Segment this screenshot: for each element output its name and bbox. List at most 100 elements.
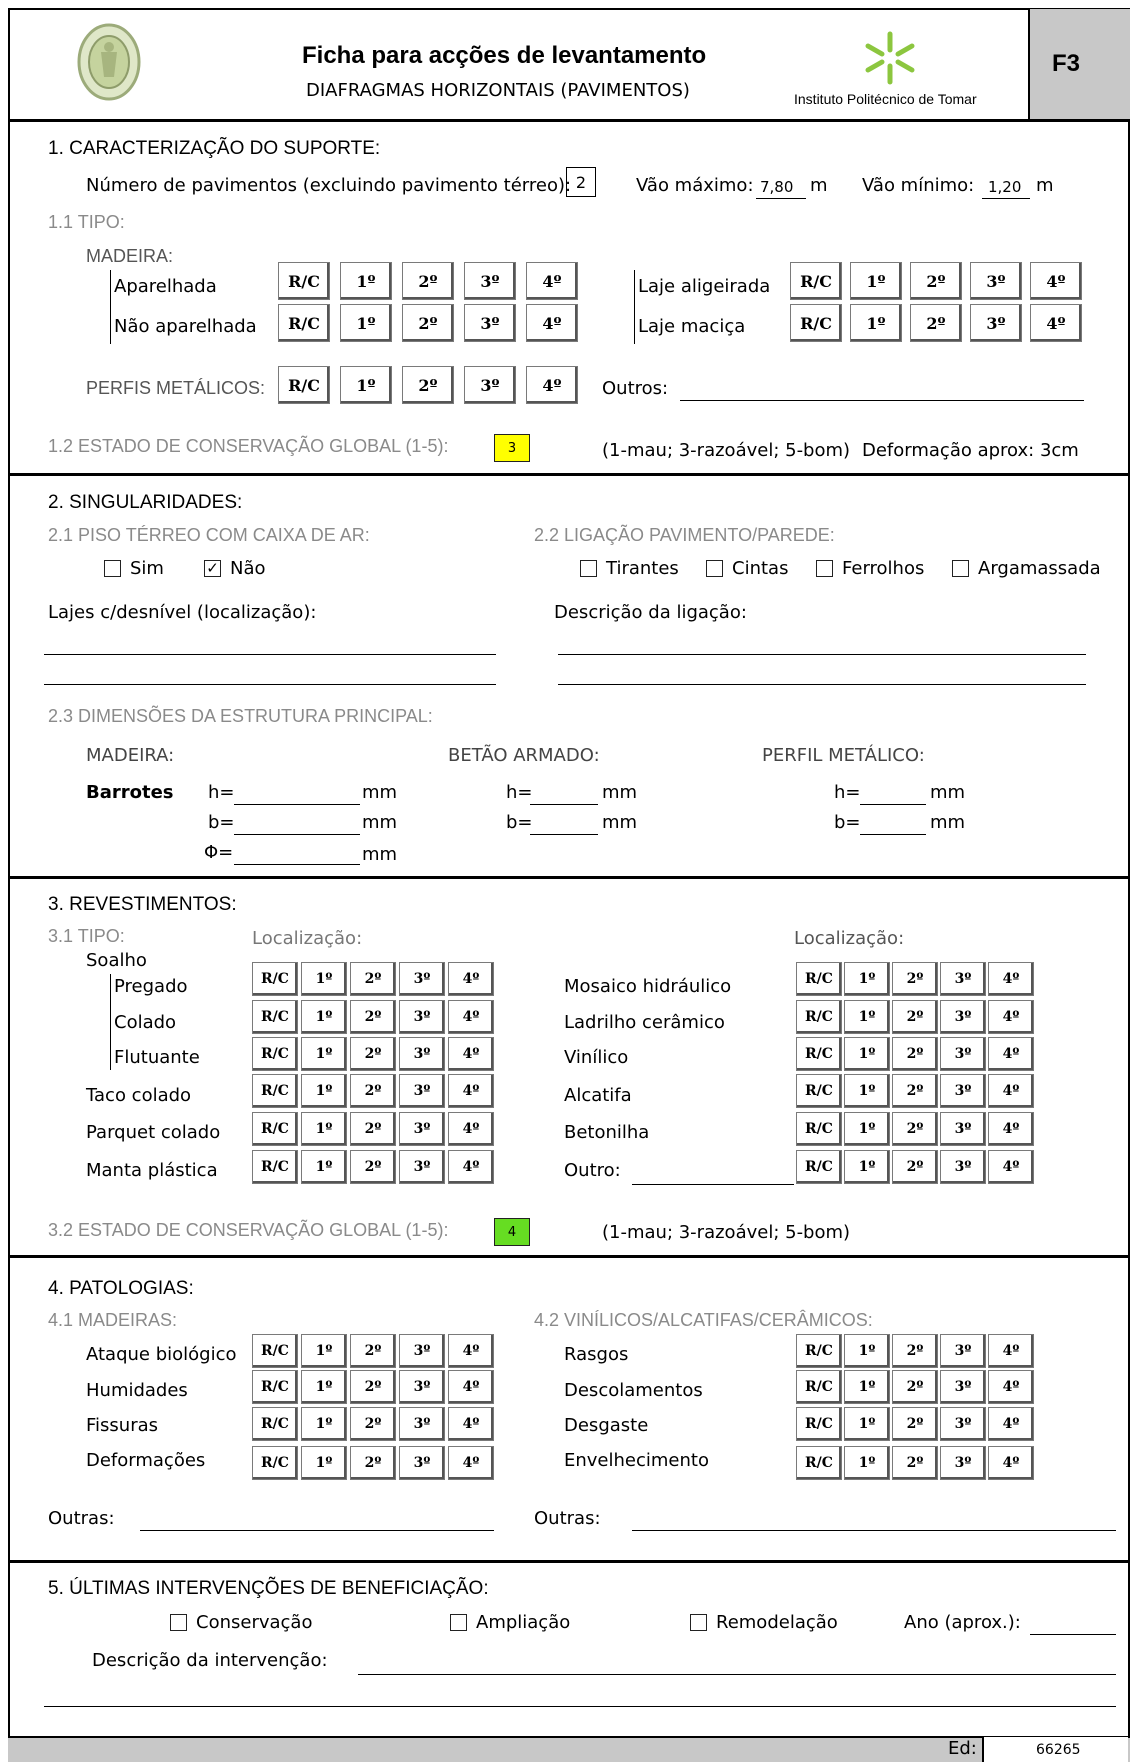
laje-aligeirada-floor-3-button[interactable]: 3º [970,262,1022,300]
rev-left-3-floor-3-button[interactable]: 3º [399,1074,445,1108]
rev-right-1-floor-4-button[interactable]: 4º [988,1000,1034,1034]
aparelhada-floor-2-button[interactable]: 2º [402,262,454,300]
madeira-b-field[interactable] [234,834,360,835]
nao-aparelhada-floor-2-button[interactable]: 2º [402,304,454,342]
rev-right-3-floor-4-button[interactable]: 4º [988,1074,1034,1108]
rev-right-3-floor-3-button[interactable]: 3º [940,1074,986,1108]
rev-left-2-floor-1-button[interactable]: 1º [301,1037,347,1071]
ferrolhos-checkbox[interactable] [816,560,833,577]
rev-right-4-floor-4-button[interactable]: 4º [988,1112,1034,1146]
pat-left-3-floor-3-button[interactable]: 3º [399,1446,445,1480]
rev-left-0-floor-0-button[interactable]: R/C [252,962,298,996]
rev-right-0-floor-0-button[interactable]: R/C [796,962,842,996]
outros-field[interactable] [680,400,1084,401]
rev-left-3-floor-4-button[interactable]: 4º [448,1074,494,1108]
rev-left-0-floor-2-button[interactable]: 2º [350,962,396,996]
pat-right-0-floor-3-button[interactable]: 3º [940,1334,986,1368]
tirantes-checkbox[interactable] [580,560,597,577]
ampliacao-checkbox[interactable] [450,1614,467,1631]
cintas-checkbox[interactable] [706,560,723,577]
perfis-floor-3-button[interactable]: 3º [464,366,516,404]
betao-h-field[interactable] [530,804,598,805]
pat-right-1-floor-2-button[interactable]: 2º [892,1370,938,1404]
rev-right-0-floor-3-button[interactable]: 3º [940,962,986,996]
laje-macica-floor-3-button[interactable]: 3º [970,304,1022,342]
pat-right-2-floor-2-button[interactable]: 2º [892,1407,938,1441]
vao-max-field[interactable]: 7,80 [760,178,793,196]
rev-left-3-floor-0-button[interactable]: R/C [252,1074,298,1108]
descricao-field[interactable] [44,1706,1116,1707]
nao-aparelhada-floor-4-button[interactable]: 4º [526,304,578,342]
pat-left-1-floor-2-button[interactable]: 2º [350,1370,396,1404]
rev-left-2-floor-2-button[interactable]: 2º [350,1037,396,1071]
rev-right-5-floor-4-button[interactable]: 4º [988,1150,1034,1184]
rev-right-5-floor-1-button[interactable]: 1º [844,1150,890,1184]
rev-left-0-floor-3-button[interactable]: 3º [399,962,445,996]
pat-left-3-floor-2-button[interactable]: 2º [350,1446,396,1480]
madeira-phi-field[interactable] [234,864,360,865]
outras-field[interactable] [140,1530,494,1531]
pat-left-1-floor-1-button[interactable]: 1º [301,1370,347,1404]
rev-right-1-floor-2-button[interactable]: 2º [892,1000,938,1034]
pat-right-2-floor-4-button[interactable]: 4º [988,1407,1034,1441]
pat-right-1-floor-3-button[interactable]: 3º [940,1370,986,1404]
laje-macica-floor-0-button[interactable]: R/C [790,304,842,342]
score-1-field[interactable]: 3 [494,434,530,462]
rev-right-1-floor-3-button[interactable]: 3º [940,1000,986,1034]
nao-aparelhada-floor-0-button[interactable]: R/C [278,304,330,342]
rev-left-2-floor-4-button[interactable]: 4º [448,1037,494,1071]
rev-left-5-floor-4-button[interactable]: 4º [448,1150,494,1184]
lajes-field[interactable] [44,684,496,685]
rev-right-5-floor-3-button[interactable]: 3º [940,1150,986,1184]
pat-left-2-floor-1-button[interactable]: 1º [301,1407,347,1441]
rev-right-4-floor-2-button[interactable]: 2º [892,1112,938,1146]
rev-left-1-floor-0-button[interactable]: R/C [252,1000,298,1034]
pat-left-1-floor-0-button[interactable]: R/C [252,1370,298,1404]
rev-right-2-floor-2-button[interactable]: 2º [892,1037,938,1071]
rev-right-4-floor-3-button[interactable]: 3º [940,1112,986,1146]
rev-right-4-floor-1-button[interactable]: 1º [844,1112,890,1146]
pat-right-3-floor-1-button[interactable]: 1º [844,1446,890,1480]
laje-macica-floor-1-button[interactable]: 1º [850,304,902,342]
pat-right-2-floor-3-button[interactable]: 3º [940,1407,986,1441]
pat-right-3-floor-4-button[interactable]: 4º [988,1446,1034,1480]
rev-right-0-floor-1-button[interactable]: 1º [844,962,890,996]
pat-left-2-floor-0-button[interactable]: R/C [252,1407,298,1441]
pat-left-3-floor-1-button[interactable]: 1º [301,1446,347,1480]
rev-right-0-floor-4-button[interactable]: 4º [988,962,1034,996]
pat-left-3-floor-4-button[interactable]: 4º [448,1446,494,1480]
rev-right-4-floor-0-button[interactable]: R/C [796,1112,842,1146]
pat-right-2-floor-1-button[interactable]: 1º [844,1407,890,1441]
laje-aligeirada-floor-2-button[interactable]: 2º [910,262,962,300]
rev-left-5-floor-0-button[interactable]: R/C [252,1150,298,1184]
pat-left-2-floor-2-button[interactable]: 2º [350,1407,396,1441]
pat-right-0-floor-0-button[interactable]: R/C [796,1334,842,1368]
pat-right-0-floor-4-button[interactable]: 4º [988,1334,1034,1368]
aparelhada-floor-3-button[interactable]: 3º [464,262,516,300]
rev-right-2-floor-1-button[interactable]: 1º [844,1037,890,1071]
vao-min-field[interactable]: 1,20 [988,178,1021,196]
pat-left-1-floor-4-button[interactable]: 4º [448,1370,494,1404]
rev-left-0-floor-1-button[interactable]: 1º [301,962,347,996]
rev-right-5-floor-2-button[interactable]: 2º [892,1150,938,1184]
pat-right-0-floor-2-button[interactable]: 2º [892,1334,938,1368]
rev-right-2-floor-4-button[interactable]: 4º [988,1037,1034,1071]
nao-aparelhada-floor-1-button[interactable]: 1º [340,304,392,342]
nao-aparelhada-floor-3-button[interactable]: 3º [464,304,516,342]
rev-right-3-floor-1-button[interactable]: 1º [844,1074,890,1108]
pat-left-2-floor-4-button[interactable]: 4º [448,1407,494,1441]
rev-right-0-floor-2-button[interactable]: 2º [892,962,938,996]
perfis-floor-1-button[interactable]: 1º [340,366,392,404]
rev-right-1-floor-0-button[interactable]: R/C [796,1000,842,1034]
rev-left-1-floor-3-button[interactable]: 3º [399,1000,445,1034]
laje-aligeirada-floor-0-button[interactable]: R/C [790,262,842,300]
perfil-h-field[interactable] [860,804,926,805]
pat-left-2-floor-3-button[interactable]: 3º [399,1407,445,1441]
aparelhada-floor-0-button[interactable]: R/C [278,262,330,300]
rev-left-3-floor-1-button[interactable]: 1º [301,1074,347,1108]
descricao-field[interactable] [358,1674,1116,1675]
score-3-field[interactable]: 4 [494,1218,530,1246]
rev-left-4-floor-4-button[interactable]: 4º [448,1112,494,1146]
pat-right-3-floor-2-button[interactable]: 2º [892,1446,938,1480]
sim-checkbox[interactable] [104,560,121,577]
